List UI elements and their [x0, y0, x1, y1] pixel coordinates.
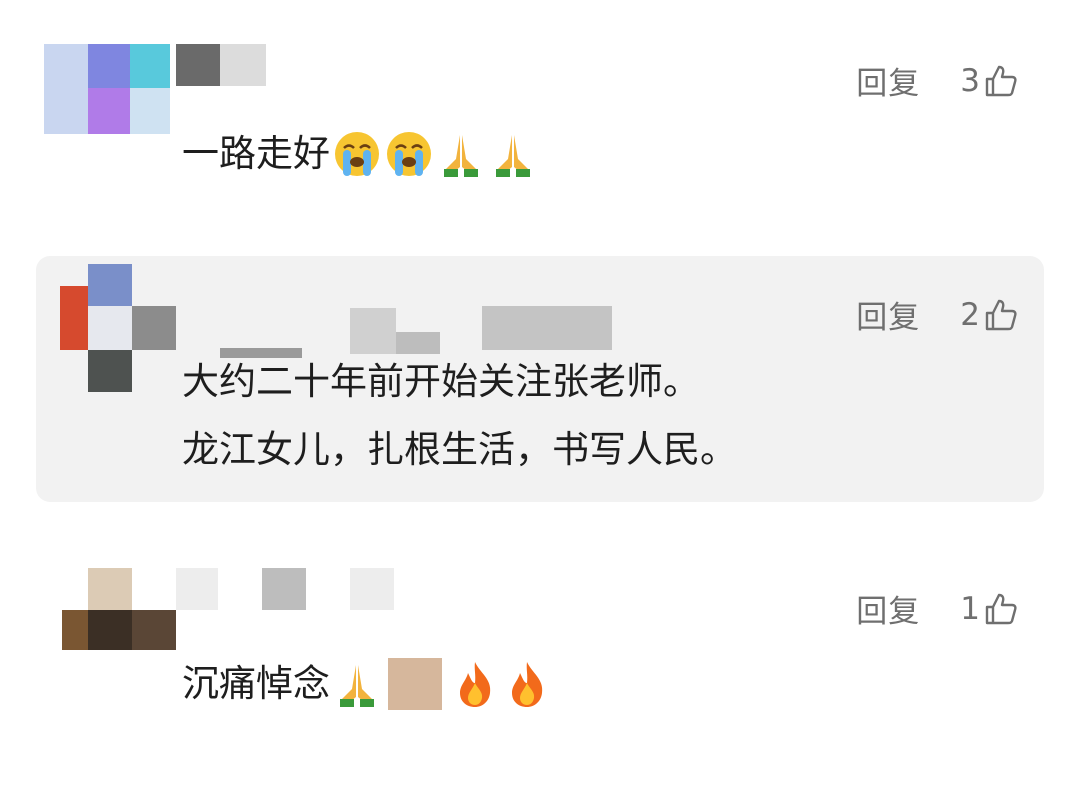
- like-button[interactable]: 2: [960, 297, 1018, 333]
- blurred-avatar[interactable]: [44, 44, 170, 134]
- reply-button[interactable]: 回复: [856, 586, 920, 631]
- thumbs-up-icon: [985, 593, 1017, 624]
- thumbs-up-icon: [985, 299, 1017, 330]
- comment-text: 一路走好: [182, 132, 330, 175]
- thumbs-up-icon: [985, 65, 1017, 96]
- folded-hands-icon: [496, 135, 530, 177]
- fire-icon: [512, 662, 543, 707]
- skin-tone-swatch-icon: [388, 658, 442, 710]
- comment-actions: 回复 3: [856, 58, 1018, 103]
- comment-body: 沉痛悼念: [182, 654, 552, 714]
- folded-hands-icon: [340, 665, 374, 707]
- comment-actions: 回复 1: [856, 586, 1018, 631]
- blurred-username[interactable]: [176, 568, 396, 612]
- like-count: 3: [960, 62, 980, 99]
- reply-button[interactable]: 回复: [856, 58, 920, 103]
- reply-button[interactable]: 回复: [856, 292, 920, 337]
- blurred-avatar[interactable]: [60, 264, 176, 392]
- folded-hands-icon: [444, 135, 478, 177]
- comment-actions: 回复 2: [856, 292, 1018, 337]
- comment-text-line-2: 龙江女儿，扎根生活，书写人民。: [182, 428, 737, 471]
- like-button[interactable]: 1: [960, 591, 1018, 627]
- like-count: 2: [960, 296, 980, 333]
- like-button[interactable]: 3: [960, 63, 1018, 99]
- blurred-username[interactable]: [220, 298, 612, 358]
- fire-icon: [460, 662, 491, 707]
- blurred-username[interactable]: [176, 44, 266, 86]
- comment-text-line-1: 大约二十年前开始关注张老师。: [182, 360, 700, 403]
- like-count: 1: [960, 590, 980, 627]
- blurred-avatar[interactable]: [62, 568, 176, 650]
- crying-face-icon: [335, 132, 379, 176]
- comment-text: 沉痛悼念: [182, 662, 330, 705]
- comment-item: 回复 3 一路走好: [0, 0, 1080, 250]
- comment-item-highlighted: 回复 2 大约二十年前开始关注张老师。 龙江女儿，扎根生活，书写人民。: [0, 256, 1080, 502]
- crying-face-icon: [387, 132, 431, 176]
- comment-body: 一路走好: [182, 124, 538, 184]
- comment-item: 回复 1 沉痛悼念: [0, 540, 1080, 786]
